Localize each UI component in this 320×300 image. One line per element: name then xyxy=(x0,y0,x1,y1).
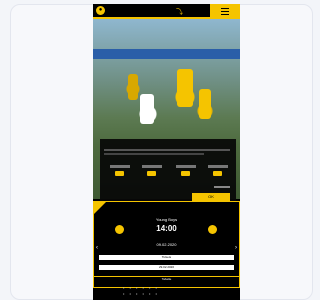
table-row: • • • • • • xyxy=(123,291,159,296)
cookie-settings-link[interactable] xyxy=(214,186,230,188)
toggle-icon[interactable] xyxy=(213,171,222,176)
hero-image: OK xyxy=(93,19,240,207)
cookie-text-line xyxy=(104,153,204,155)
club-logo-icon[interactable]: ● xyxy=(96,6,105,15)
match-title: Young Boys xyxy=(155,217,178,222)
toggle-icon[interactable] xyxy=(147,171,156,176)
toggle-icon[interactable] xyxy=(181,171,190,176)
cookie-consent-dialog: OK xyxy=(100,139,236,207)
cookie-option[interactable] xyxy=(142,165,162,177)
corner-ribbon xyxy=(93,201,107,215)
player-figure xyxy=(140,94,154,124)
player-figure xyxy=(128,74,138,100)
table-header: Tabelle xyxy=(93,276,240,283)
cookie-ok-button[interactable]: OK xyxy=(192,193,230,201)
tickets-button[interactable]: Tickets xyxy=(99,255,234,260)
cookie-options xyxy=(110,165,228,179)
ad-banner xyxy=(93,49,240,59)
website-screenshot: ● ⤵ OK Young Boys 14:00 09.02.2020 ‹ › T… xyxy=(93,4,240,300)
cart-icon[interactable]: ⤵ xyxy=(176,7,183,17)
toggle-icon[interactable] xyxy=(115,171,124,176)
table-title: Tabelle xyxy=(161,277,172,281)
player-figure xyxy=(177,69,193,107)
next-arrow-icon[interactable]: › xyxy=(235,245,237,251)
menu-button[interactable] xyxy=(210,4,240,18)
kickoff-time: 14:00 xyxy=(156,224,177,233)
cookie-option[interactable] xyxy=(110,165,130,177)
cookie-option[interactable] xyxy=(208,165,228,177)
cookie-text-line xyxy=(104,149,230,151)
cookie-option[interactable] xyxy=(176,165,196,177)
prev-arrow-icon[interactable]: ‹ xyxy=(96,245,98,251)
match-date: 09.02.2020 xyxy=(156,242,177,247)
player-figure xyxy=(199,89,211,119)
next-match-panel: Young Boys 14:00 09.02.2020 ‹ › Tickets … xyxy=(93,201,240,300)
table-row: • • • • • • xyxy=(123,285,159,290)
top-navigation: ● ⤵ xyxy=(93,4,240,18)
date-button[interactable]: 29.02.2020 xyxy=(99,265,234,270)
